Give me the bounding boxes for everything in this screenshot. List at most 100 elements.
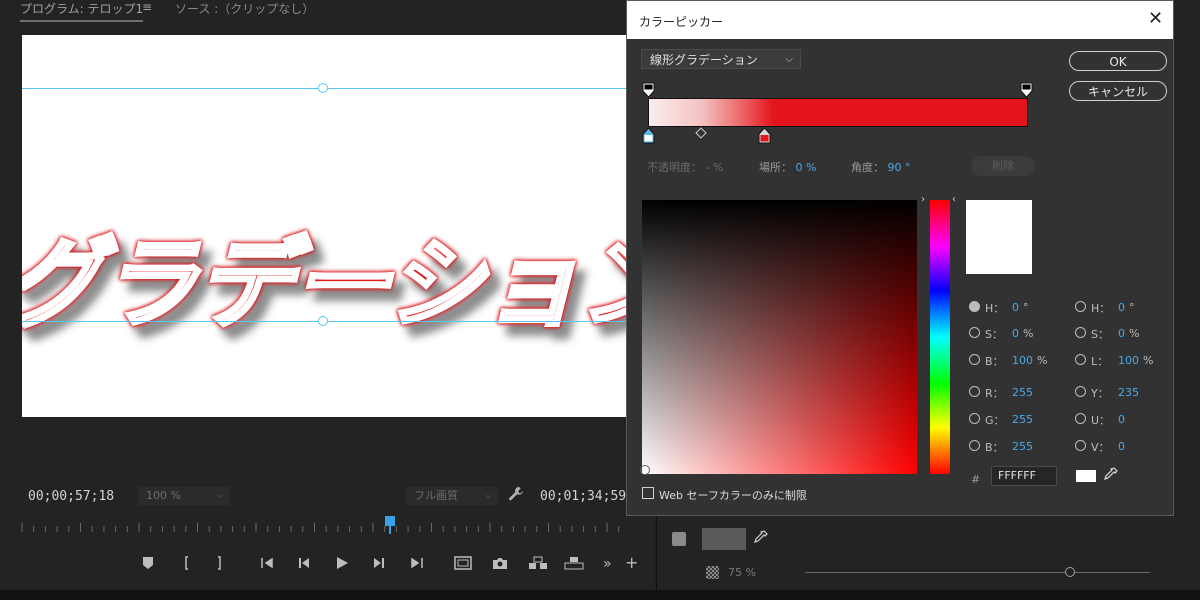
mark-out-button[interactable] xyxy=(214,556,224,570)
safe-margins-button[interactable] xyxy=(454,556,472,570)
color-right-field-3[interactable]: 235 xyxy=(1118,385,1143,399)
panel-menu-icon[interactable]: ≡ xyxy=(142,0,152,14)
location-value[interactable]: 0 % xyxy=(796,161,817,174)
color-left-value-1[interactable]: 0 xyxy=(1012,327,1019,340)
cancel-button[interactable]: キャンセル xyxy=(1069,81,1167,101)
opacity-slider-knob[interactable] xyxy=(1065,567,1075,577)
go-to-out-button[interactable] xyxy=(408,556,424,570)
hex-color-input[interactable]: FFFFFF xyxy=(991,466,1057,486)
playback-quality-select[interactable]: フル画質 ⌵ xyxy=(406,487,498,505)
color-right-field-4[interactable]: 0 xyxy=(1118,412,1129,426)
color-left-field-4[interactable]: 255 xyxy=(1012,412,1037,426)
color-right-value-2[interactable]: 100 xyxy=(1118,354,1139,367)
color-right-value-4[interactable]: 0 xyxy=(1118,413,1125,426)
color-right-radio-3[interactable] xyxy=(1075,386,1086,397)
color-picker-dialog: カラーピッカー ✕ 線形グラデーション ⌵ OK キャンセル 不透明度： - %… xyxy=(626,0,1174,516)
tab-program[interactable]: プログラム: テロップ1 xyxy=(20,0,144,22)
shadow-checkbox[interactable] xyxy=(672,532,686,546)
panel-tabs: プログラム: テロップ1 ≡ ソース :（クリップなし） xyxy=(0,0,655,22)
location-label: 場所： xyxy=(759,161,792,174)
saturation-brightness-field[interactable] xyxy=(642,200,917,474)
step-forward-button[interactable] xyxy=(372,556,386,570)
color-left-radio-1[interactable] xyxy=(969,327,980,338)
video-preview[interactable]: グラデーション xyxy=(22,35,626,417)
eyedropper-icon[interactable] xyxy=(752,530,768,549)
color-right-field-0[interactable]: 0 ° xyxy=(1118,300,1135,314)
more-controls-button[interactable]: » xyxy=(603,556,612,572)
zoom-level-select[interactable]: 100 % ⌵ xyxy=(138,487,230,505)
color-left-field-3[interactable]: 255 xyxy=(1012,385,1037,399)
shadow-opacity-value[interactable]: 75 % xyxy=(728,566,756,579)
delete-stop-button[interactable]: 削除 xyxy=(971,156,1035,176)
mark-in-button[interactable] xyxy=(182,556,192,570)
color-left-radio-4[interactable] xyxy=(969,413,980,424)
eyedropper-icon[interactable] xyxy=(1102,467,1118,486)
play-button[interactable] xyxy=(335,556,349,570)
transform-handle-top[interactable] xyxy=(318,83,328,93)
color-left-field-5[interactable]: 255 xyxy=(1012,439,1037,453)
color-right-label-0: H： xyxy=(1091,302,1111,315)
color-right-value-3[interactable]: 235 xyxy=(1118,386,1139,399)
color-left-field-1[interactable]: 0% xyxy=(1012,326,1033,340)
button-editor-button[interactable]: + xyxy=(625,553,638,572)
insert-button[interactable] xyxy=(528,556,548,570)
gradient-midpoint-handle[interactable] xyxy=(695,127,707,139)
color-right-unit-1: % xyxy=(1129,327,1140,340)
color-right-radio-0[interactable] xyxy=(1075,301,1086,312)
gradient-angle-field[interactable]: 角度： 90 ° xyxy=(851,159,911,175)
color-stop-right[interactable] xyxy=(758,127,771,147)
tab-source[interactable]: ソース :（クリップなし） xyxy=(175,0,314,17)
color-left-radio-5[interactable] xyxy=(969,440,980,451)
color-left-radio-2[interactable] xyxy=(969,354,980,365)
hue-slider-arrow-right[interactable]: ‹ xyxy=(952,194,956,205)
color-left-value-3[interactable]: 255 xyxy=(1012,386,1033,399)
color-right-field-5[interactable]: 0 xyxy=(1118,439,1129,453)
gradient-preview-bar[interactable] xyxy=(648,98,1028,127)
go-to-in-button[interactable] xyxy=(260,556,276,570)
color-right-label-2: L： xyxy=(1091,355,1109,368)
color-left-field-0[interactable]: 0 ° xyxy=(1012,300,1029,314)
color-stop-left[interactable] xyxy=(642,127,655,147)
step-back-button[interactable] xyxy=(297,556,311,570)
color-right-value-1[interactable]: 0 xyxy=(1118,327,1125,340)
color-right-radio-4[interactable] xyxy=(1075,413,1086,424)
websafe-checkbox[interactable] xyxy=(642,487,654,499)
color-right-field-1[interactable]: 0% xyxy=(1118,326,1139,340)
color-left-value-4[interactable]: 255 xyxy=(1012,413,1033,426)
color-right-radio-1[interactable] xyxy=(1075,327,1086,338)
safe-margins-icon xyxy=(454,556,472,570)
transform-handle-bottom[interactable] xyxy=(318,316,328,326)
playhead-line xyxy=(389,526,391,534)
color-right-value-0[interactable]: 0 xyxy=(1118,301,1125,314)
close-icon[interactable]: ✕ xyxy=(1148,10,1163,28)
color-field-cursor[interactable] xyxy=(640,465,650,475)
color-right-radio-5[interactable] xyxy=(1075,440,1086,451)
color-right-field-2[interactable]: 100% xyxy=(1118,353,1153,367)
playhead-marker[interactable] xyxy=(385,516,395,526)
ok-button[interactable]: OK xyxy=(1069,51,1167,71)
current-timecode[interactable]: 00;00;57;18 xyxy=(28,489,114,504)
add-marker-button[interactable] xyxy=(142,556,154,570)
gradient-type-select[interactable]: 線形グラデーション ⌵ xyxy=(641,49,801,69)
stop-opacity-field[interactable]: 不透明度： - % xyxy=(647,159,723,175)
wrench-icon[interactable] xyxy=(508,486,524,505)
shadow-color-swatch[interactable] xyxy=(702,528,746,550)
opacity-slider-track[interactable] xyxy=(805,572,1150,573)
color-left-value-0[interactable]: 0 xyxy=(1012,301,1019,314)
opacity-checker-icon xyxy=(706,566,719,579)
hue-slider[interactable] xyxy=(930,200,950,474)
color-left-radio-3[interactable] xyxy=(969,386,980,397)
color-right-radio-2[interactable] xyxy=(1075,354,1086,365)
color-left-value-5[interactable]: 255 xyxy=(1012,440,1033,453)
time-ruler[interactable] xyxy=(20,520,622,534)
stop-location-field[interactable]: 場所： 0 % xyxy=(759,159,816,175)
export-frame-button[interactable] xyxy=(492,556,508,570)
color-left-radio-0[interactable] xyxy=(969,301,980,312)
color-left-field-2[interactable]: 100% xyxy=(1012,353,1047,367)
color-right-value-5[interactable]: 0 xyxy=(1118,440,1125,453)
color-left-value-2[interactable]: 100 xyxy=(1012,354,1033,367)
hue-slider-arrow-left[interactable]: › xyxy=(921,194,925,205)
camera-icon xyxy=(493,558,507,569)
overwrite-button[interactable] xyxy=(564,556,584,570)
angle-value[interactable]: 90 ° xyxy=(888,161,911,174)
